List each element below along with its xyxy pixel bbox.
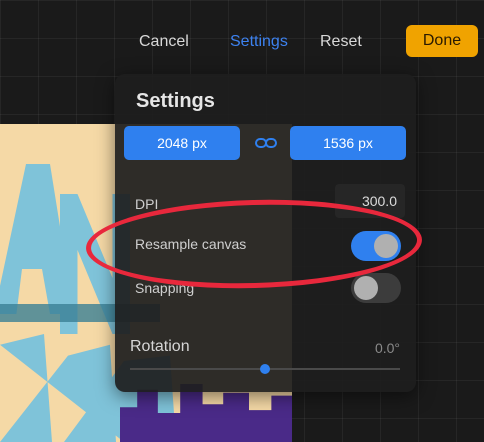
rotation-label: Rotation [130,338,190,355]
tab-settings[interactable]: Settings [230,30,288,54]
done-button[interactable]: Done [406,25,478,57]
width-field[interactable]: 2048 px [124,126,240,160]
snapping-toggle[interactable] [351,273,401,303]
top-toolbar: Cancel Settings Reset Done [0,0,484,84]
height-field[interactable]: 1536 px [290,126,406,160]
cancel-button[interactable]: Cancel [139,30,189,54]
artwork-city-skyline [120,384,292,442]
link-icon[interactable] [255,136,277,150]
rotation-value: 0.0° [374,340,400,356]
reset-button[interactable]: Reset [320,30,362,54]
toggle-knob [354,276,378,300]
rotation-slider-thumb[interactable] [260,364,270,374]
panel-title: Settings [136,90,215,112]
dpi-label: DPI [135,196,159,212]
